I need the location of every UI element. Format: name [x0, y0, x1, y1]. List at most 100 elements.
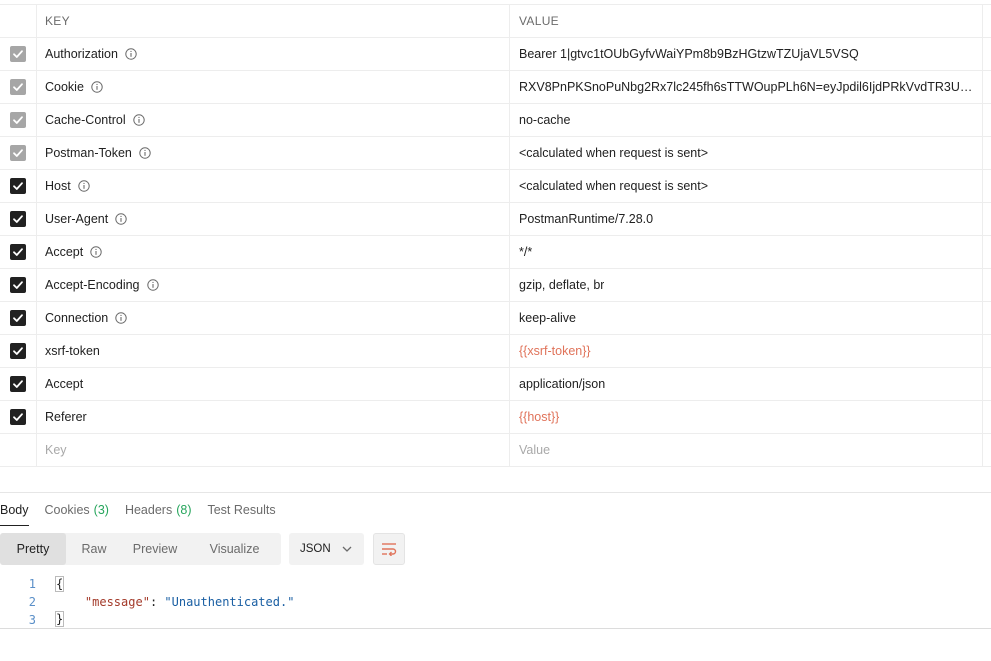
- response-toolbar: Pretty Raw Preview Visualize JSON: [0, 533, 405, 565]
- header-key-cell[interactable]: Accept: [37, 236, 510, 268]
- header-enable-checkbox[interactable]: [10, 79, 26, 95]
- json-separator: :: [149, 595, 165, 609]
- header-key-cell[interactable]: Connection: [37, 302, 510, 334]
- header-key-cell[interactable]: Accept: [37, 368, 510, 400]
- header-key-cell[interactable]: Postman-Token: [37, 137, 510, 169]
- view-mode-segment: Pretty Raw Preview Visualize: [0, 533, 281, 565]
- header-key-cell[interactable]: Host: [37, 170, 510, 202]
- new-key-input[interactable]: Key: [37, 434, 510, 466]
- header-key: Accept-Encoding: [45, 278, 140, 292]
- json-key: "message": [84, 595, 150, 609]
- header-row: Accept application/json: [0, 368, 991, 401]
- tab-body[interactable]: Body: [0, 493, 29, 526]
- header-row: xsrf-token {{xsrf-token}}: [0, 335, 991, 368]
- header-enable-checkbox[interactable]: [10, 343, 26, 359]
- header-value-cell[interactable]: RXV8PnPKSnoPuNbg2Rx7lc245fh6sTTWOupPLh6N…: [510, 71, 983, 103]
- checkmark-icon: [13, 149, 23, 157]
- header-value-cell[interactable]: <calculated when request is sent>: [510, 137, 983, 169]
- header-key-cell[interactable]: Cookie: [37, 71, 510, 103]
- checkmark-icon: [13, 182, 23, 190]
- headers-table-header: KEY VALUE: [0, 5, 991, 38]
- tab-headers[interactable]: Headers (8): [125, 493, 192, 526]
- header-row: Connection keep-alive: [0, 302, 991, 335]
- headers-table: KEY VALUE Authorization Bearer 1|gtvc1tOU…: [0, 4, 991, 467]
- format-label: JSON: [300, 543, 331, 555]
- view-preview-button[interactable]: Preview: [122, 533, 188, 565]
- header-value-cell[interactable]: application/json: [510, 368, 983, 400]
- header-enable-checkbox[interactable]: [10, 178, 26, 194]
- header-enable-checkbox[interactable]: [10, 277, 26, 293]
- key-column-header: KEY: [37, 5, 510, 37]
- info-icon[interactable]: [146, 279, 159, 291]
- tab-count-badge: (8): [176, 502, 192, 517]
- header-value-cell[interactable]: */*: [510, 236, 983, 268]
- header-enable-checkbox[interactable]: [10, 310, 26, 326]
- wrap-lines-icon: [382, 543, 397, 556]
- view-pretty-button[interactable]: Pretty: [0, 533, 66, 565]
- header-value-cell[interactable]: PostmanRuntime/7.28.0: [510, 203, 983, 235]
- info-icon[interactable]: [91, 81, 103, 93]
- json-string: "Unauthenticated.": [164, 595, 295, 609]
- value-column-header: VALUE: [510, 5, 983, 37]
- tab-test-results[interactable]: Test Results: [207, 493, 275, 526]
- header-row: Cookie RXV8PnPKSnoPuNbg2Rx7lc245fh6sTTWOu…: [0, 71, 991, 104]
- header-key: xsrf-token: [45, 344, 100, 358]
- header-value: no-cache: [519, 113, 571, 127]
- tab-cookies[interactable]: Cookies (3): [45, 493, 109, 526]
- header-value-cell[interactable]: keep-alive: [510, 302, 983, 334]
- info-icon[interactable]: [125, 48, 137, 60]
- wrap-lines-button[interactable]: [373, 533, 405, 565]
- info-icon[interactable]: [78, 180, 90, 192]
- header-key-cell[interactable]: Authorization: [37, 38, 510, 70]
- header-value: */*: [519, 245, 533, 259]
- header-value-cell[interactable]: <calculated when request is sent>: [510, 170, 983, 202]
- header-key: User-Agent: [45, 212, 109, 226]
- header-value: <calculated when request is sent>: [519, 179, 709, 193]
- header-enable-checkbox[interactable]: [10, 244, 26, 260]
- checkmark-icon: [13, 314, 23, 322]
- view-raw-button[interactable]: Raw: [66, 533, 122, 565]
- tab-label: Body: [0, 502, 29, 517]
- info-icon[interactable]: [132, 114, 145, 126]
- header-enable-checkbox[interactable]: [10, 145, 26, 161]
- header-value-cell[interactable]: no-cache: [510, 104, 983, 136]
- header-enable-checkbox[interactable]: [10, 376, 26, 392]
- header-enable-checkbox[interactable]: [10, 211, 26, 227]
- info-icon[interactable]: [115, 213, 127, 225]
- header-value-cell[interactable]: {{xsrf-token}}: [510, 335, 983, 367]
- code-line: 1{: [0, 575, 991, 593]
- info-icon[interactable]: [139, 147, 151, 159]
- header-enable-checkbox[interactable]: [10, 46, 26, 62]
- code-line: 2 "message": "Unauthenticated.": [0, 593, 991, 611]
- header-key: Accept: [45, 377, 84, 391]
- json-brace: {: [54, 576, 65, 592]
- header-enable-checkbox[interactable]: [10, 409, 26, 425]
- view-visualize-button[interactable]: Visualize: [188, 533, 281, 565]
- header-key-cell[interactable]: xsrf-token: [37, 335, 510, 367]
- line-content: {: [36, 576, 65, 592]
- header-row: Postman-Token <calculated when request is…: [0, 137, 991, 170]
- header-value-cell[interactable]: Bearer 1|gtvc1tOUbGyfvWaiYPm8b9BzHGtzwTZ…: [510, 38, 983, 70]
- header-row: Authorization Bearer 1|gtvc1tOUbGyfvWaiYP…: [0, 38, 991, 71]
- header-enable-checkbox[interactable]: [10, 112, 26, 128]
- response-body-code[interactable]: 1{2 "message": "Unauthenticated." 3}: [0, 575, 991, 629]
- header-key-cell[interactable]: User-Agent: [37, 203, 510, 235]
- new-value-placeholder: Value: [519, 443, 551, 457]
- header-value: application/json: [519, 377, 606, 391]
- header-key-cell[interactable]: Referer: [37, 401, 510, 433]
- format-dropdown[interactable]: JSON: [289, 533, 364, 565]
- line-number: 2: [28, 595, 36, 609]
- header-key: Referer: [45, 410, 87, 424]
- header-value-cell[interactable]: gzip, deflate, br: [510, 269, 983, 301]
- info-icon[interactable]: [115, 312, 127, 324]
- header-key-cell[interactable]: Accept-Encoding: [37, 269, 510, 301]
- chevron-down-icon: [342, 546, 352, 552]
- new-key-placeholder: Key: [45, 443, 67, 457]
- header-value-cell[interactable]: {{host}}: [510, 401, 983, 433]
- new-value-input[interactable]: Value: [510, 434, 983, 466]
- info-icon[interactable]: [90, 246, 102, 258]
- checkmark-icon: [13, 380, 23, 388]
- text-caret: [63, 612, 65, 627]
- header-key-cell[interactable]: Cache-Control: [37, 104, 510, 136]
- header-row: Cache-Control no-cache: [0, 104, 991, 137]
